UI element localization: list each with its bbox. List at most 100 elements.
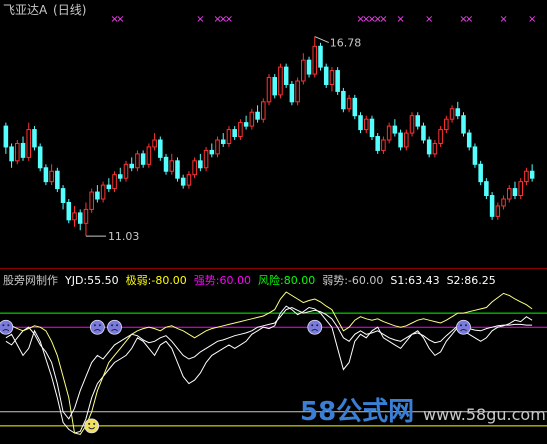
candle-body bbox=[352, 97, 358, 117]
candle-body bbox=[506, 188, 512, 200]
indicator-value: S1:63.43 bbox=[390, 274, 439, 287]
candle-body bbox=[404, 132, 409, 148]
candle-body bbox=[255, 111, 260, 120]
indicator-value: 强势:60.00 bbox=[194, 274, 251, 287]
candle-body bbox=[186, 174, 192, 186]
indicator-value: YJD:55.50 bbox=[64, 274, 119, 287]
signal-marker: × bbox=[425, 14, 433, 25]
high-price-label: 16.78 bbox=[330, 37, 362, 50]
candle-body bbox=[100, 184, 106, 200]
candle-body bbox=[501, 198, 506, 207]
candle-body bbox=[95, 191, 100, 200]
candle-body bbox=[289, 83, 295, 103]
candle-body bbox=[512, 188, 518, 197]
candle-body bbox=[163, 156, 169, 172]
candle-body bbox=[444, 118, 449, 131]
watermark-url: www.58gu.com bbox=[423, 405, 546, 424]
candle-body bbox=[455, 108, 461, 117]
candle-body bbox=[358, 115, 363, 131]
candle-body bbox=[484, 181, 489, 197]
candle-body bbox=[524, 170, 529, 183]
candle-body bbox=[381, 139, 386, 151]
candle-body bbox=[278, 66, 283, 96]
candle-body bbox=[55, 170, 60, 190]
candle-body bbox=[152, 139, 157, 148]
candle-body bbox=[369, 118, 375, 138]
candle-body bbox=[323, 66, 329, 85]
candle-body bbox=[283, 66, 289, 85]
candle-body bbox=[9, 146, 14, 162]
candle-body bbox=[220, 139, 226, 144]
candle-body bbox=[123, 163, 129, 179]
candle-body bbox=[198, 160, 203, 169]
candle-body bbox=[266, 77, 272, 103]
svg-text:飞亚达A (日线): 飞亚达A (日线) bbox=[3, 3, 86, 17]
candle-body bbox=[472, 146, 478, 165]
candle-body bbox=[226, 129, 232, 144]
indicator-legend-text: 股旁网制作 YJD:55.50 极弱:-80.00 强势:60.00 风险:80.00 弱… bbox=[3, 273, 496, 287]
candle-body bbox=[215, 139, 220, 155]
candle-body bbox=[346, 97, 352, 110]
candle-body bbox=[135, 153, 140, 169]
signal-marker: × bbox=[196, 14, 204, 25]
candle-body bbox=[89, 191, 94, 210]
candle-body bbox=[232, 129, 237, 138]
signal-marker: × bbox=[379, 14, 387, 25]
candle-body bbox=[409, 115, 415, 134]
candle-body bbox=[140, 153, 146, 165]
candle-body bbox=[449, 108, 455, 120]
candle-body bbox=[421, 125, 426, 141]
candle-body bbox=[192, 160, 197, 176]
candle-body bbox=[20, 142, 26, 158]
candle-body bbox=[272, 77, 277, 96]
candle-body bbox=[386, 125, 392, 141]
signal-marker: × bbox=[396, 14, 404, 25]
candle-body bbox=[529, 170, 535, 179]
candle-body bbox=[341, 90, 346, 110]
candle-body bbox=[329, 70, 335, 85]
candle-body bbox=[180, 177, 186, 186]
signal-marker: × bbox=[225, 14, 233, 25]
candle-body bbox=[66, 201, 72, 221]
candle-body bbox=[415, 115, 421, 127]
stock-title: 飞亚达A bbox=[3, 3, 48, 17]
signal-marker: × bbox=[528, 14, 536, 25]
weak-face-icon bbox=[456, 319, 471, 335]
candle-body bbox=[243, 122, 249, 127]
candle-body bbox=[312, 45, 318, 75]
candle-body bbox=[146, 146, 152, 165]
candle-body bbox=[261, 101, 266, 120]
candle-body bbox=[489, 195, 495, 217]
weak-face-icon bbox=[0, 319, 14, 335]
candle-body bbox=[169, 160, 175, 172]
period-label: (日线) bbox=[53, 3, 86, 17]
candle-body bbox=[363, 118, 369, 131]
signal-marker: × bbox=[116, 14, 124, 25]
candle-body bbox=[43, 167, 49, 183]
candle-body bbox=[77, 212, 83, 224]
candle-body bbox=[438, 129, 443, 144]
candle-body bbox=[158, 139, 163, 158]
candle-body bbox=[83, 208, 89, 224]
candle-body bbox=[238, 122, 243, 138]
candle-body bbox=[49, 170, 54, 183]
indicator-value: 弱势:-60.00 bbox=[322, 274, 383, 287]
smile-face-icon bbox=[84, 418, 100, 434]
indicator-value: 极弱:-80.00 bbox=[126, 273, 187, 287]
candle-body bbox=[15, 142, 20, 162]
candle-body bbox=[466, 132, 472, 148]
candle-body bbox=[117, 174, 123, 179]
candle-body bbox=[335, 70, 340, 92]
candle-body bbox=[129, 163, 134, 169]
indicator-value: 风险:80.00 bbox=[258, 273, 315, 287]
candle-body bbox=[478, 163, 483, 183]
candle-body bbox=[426, 139, 432, 155]
weak-face-icon bbox=[89, 319, 105, 335]
candle-body bbox=[301, 59, 306, 82]
candle-body bbox=[318, 45, 323, 68]
candle-body bbox=[72, 212, 77, 221]
candle-body bbox=[37, 146, 43, 169]
signal-marker: × bbox=[499, 14, 507, 25]
candle-body bbox=[432, 142, 438, 155]
candle-body bbox=[461, 115, 466, 134]
